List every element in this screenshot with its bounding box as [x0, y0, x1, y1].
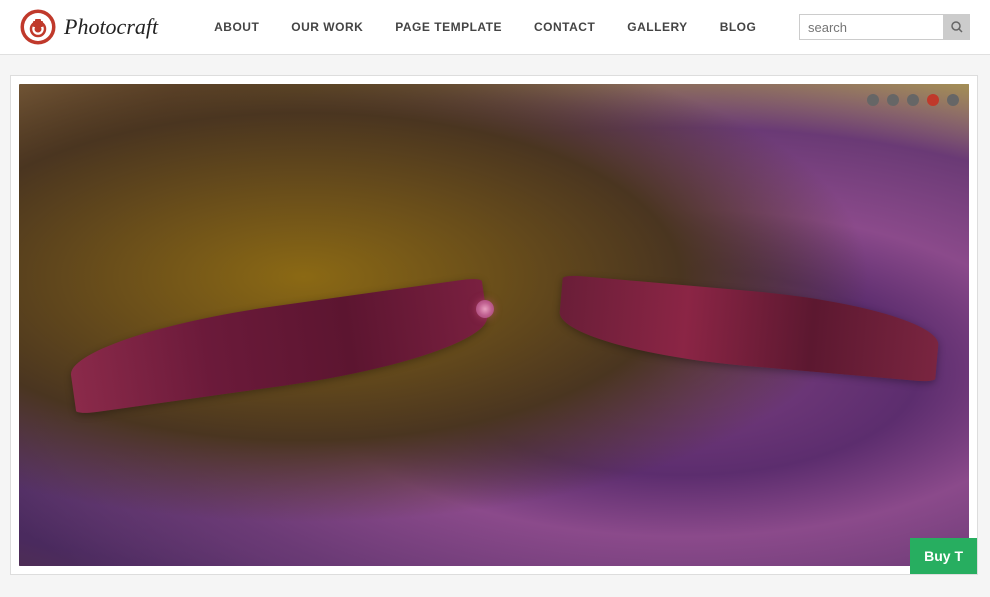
- slider-dots: [867, 94, 959, 106]
- leaf-left: [65, 277, 492, 415]
- nav-item-page-template[interactable]: Page Template: [379, 20, 518, 34]
- slide-dot-3[interactable]: [907, 94, 919, 106]
- slide-dot-1[interactable]: [867, 94, 879, 106]
- buy-button[interactable]: Buy T: [910, 538, 977, 574]
- nav-item-our-work[interactable]: Our Work: [275, 20, 379, 34]
- slide-dot-4[interactable]: [927, 94, 939, 106]
- nav-item-contact[interactable]: Contact: [518, 20, 611, 34]
- nav-item-gallery[interactable]: Gallery: [611, 20, 703, 34]
- nav-item-blog[interactable]: Blog: [704, 20, 773, 34]
- slide-image: [19, 84, 969, 566]
- search-input[interactable]: [799, 14, 944, 40]
- search-icon: [951, 21, 963, 33]
- main-nav: About Our Work Page Template Contact Gal…: [198, 20, 799, 34]
- nav-item-about[interactable]: About: [198, 20, 275, 34]
- search-button[interactable]: [944, 14, 970, 40]
- slide-dot-2[interactable]: [887, 94, 899, 106]
- logo-link[interactable]: Photocraft: [20, 9, 158, 45]
- leaf-right: [556, 275, 941, 383]
- slide-dot-5[interactable]: [947, 94, 959, 106]
- site-header: Photocraft About Our Work Page Template …: [0, 0, 990, 55]
- hero-slider: Buy T: [10, 75, 978, 575]
- main-content: Buy T: [0, 55, 990, 595]
- search-area: [799, 14, 970, 40]
- logo-icon: [20, 9, 56, 45]
- slide-background: [19, 84, 969, 566]
- flower-bud: [476, 300, 494, 318]
- logo-text: Photocraft: [64, 14, 158, 40]
